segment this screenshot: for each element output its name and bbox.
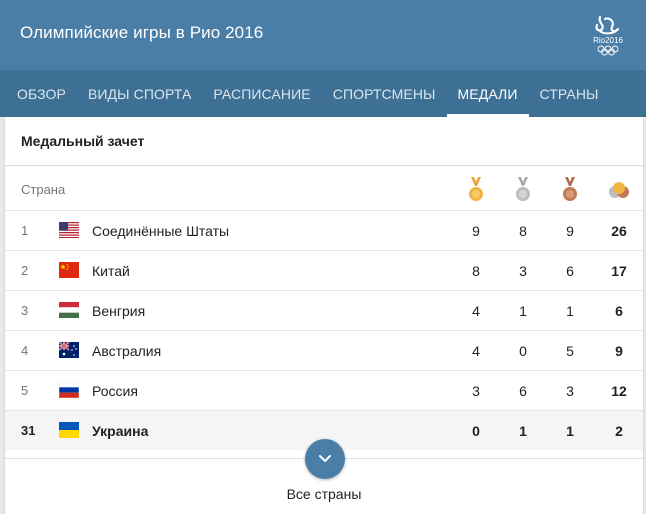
tab-athletes[interactable]: СПОРТСМЕНЫ <box>322 70 447 117</box>
bronze-count: 3 <box>566 383 574 399</box>
total-medals-icon <box>609 182 629 198</box>
country-name: Китай <box>92 263 130 279</box>
gold-count: 4 <box>472 343 480 359</box>
total-count: 6 <box>615 303 623 319</box>
all-countries-link[interactable]: Все страны <box>5 486 643 502</box>
total-count: 9 <box>615 343 623 359</box>
rank: 3 <box>21 303 29 318</box>
silver-count: 1 <box>519 423 527 439</box>
tab-schedule[interactable]: РАСПИСАНИЕ <box>202 70 321 117</box>
hungary-flag-icon <box>59 302 79 318</box>
australia-flag-icon <box>59 342 79 358</box>
medal-table-card: Медальный зачет Страна 1 Соединённые Шта… <box>5 117 643 514</box>
table-header: Страна <box>5 166 643 210</box>
chevron-down-icon <box>319 455 331 462</box>
gold-count: 9 <box>472 223 480 239</box>
table-row[interactable]: 4 Австралия 4 0 5 9 <box>5 330 643 370</box>
gold-count: 8 <box>472 263 480 279</box>
silver-count: 3 <box>519 263 527 279</box>
rank: 31 <box>21 423 36 438</box>
bronze-count: 6 <box>566 263 574 279</box>
country-name: Россия <box>92 383 138 399</box>
us-flag-icon <box>59 222 79 238</box>
rank: 2 <box>21 263 29 278</box>
bronze-count: 1 <box>566 423 574 439</box>
rank: 1 <box>21 223 29 238</box>
ukraine-flag-icon <box>59 422 79 438</box>
silver-count: 1 <box>519 303 527 319</box>
tab-sports[interactable]: ВИДЫ СПОРТА <box>77 70 202 117</box>
country-name: Венгрия <box>92 303 146 319</box>
logo-text: Rio2016 <box>593 36 623 45</box>
total-count: 26 <box>611 223 627 239</box>
bronze-count: 9 <box>566 223 574 239</box>
page-title: Олимпийские игры в Рио 2016 <box>20 23 264 42</box>
gold-count: 4 <box>472 303 480 319</box>
bronze-medal-icon <box>563 177 577 201</box>
country-column-header: Страна <box>21 182 66 197</box>
table-row[interactable]: 2 Китай 8 3 6 17 <box>5 250 643 290</box>
tab-overview[interactable]: ОБЗОР <box>0 70 77 117</box>
silver-count: 6 <box>519 383 527 399</box>
country-name: Австралия <box>92 343 162 359</box>
rank: 5 <box>21 383 29 398</box>
total-count: 12 <box>611 383 627 399</box>
bronze-count: 1 <box>566 303 574 319</box>
china-flag-icon <box>59 262 79 278</box>
table-row[interactable]: 5 Россия 3 6 3 12 <box>5 370 643 410</box>
tab-medals[interactable]: МЕДАЛИ <box>446 70 529 117</box>
medal-table-title: Медальный зачет <box>21 133 145 149</box>
silver-count: 0 <box>519 343 527 359</box>
total-count: 17 <box>611 263 627 279</box>
nav-tabs: ОБЗОР ВИДЫ СПОРТА РАСПИСАНИЕ СПОРТСМЕНЫ … <box>0 70 646 117</box>
expand-button[interactable] <box>305 439 345 479</box>
total-count: 2 <box>615 423 623 439</box>
russia-flag-icon <box>59 382 79 398</box>
gold-count: 0 <box>472 423 480 439</box>
country-name: Украина <box>92 423 149 439</box>
table-row[interactable]: 3 Венгрия 4 1 1 6 <box>5 290 643 330</box>
country-name: Соединённые Штаты <box>92 223 230 239</box>
gold-count: 3 <box>472 383 480 399</box>
rio-2016-logo: Rio2016 <box>591 13 625 57</box>
silver-medal-icon <box>516 177 530 201</box>
app-header: Олимпийские игры в Рио 2016 Rio2016 <box>0 0 646 70</box>
silver-count: 8 <box>519 223 527 239</box>
bronze-count: 5 <box>566 343 574 359</box>
table-row[interactable]: 1 Соединённые Штаты 9 8 9 26 <box>5 210 643 250</box>
tab-countries[interactable]: СТРАНЫ <box>529 70 610 117</box>
gold-medal-icon <box>469 177 483 201</box>
rank: 4 <box>21 343 29 358</box>
